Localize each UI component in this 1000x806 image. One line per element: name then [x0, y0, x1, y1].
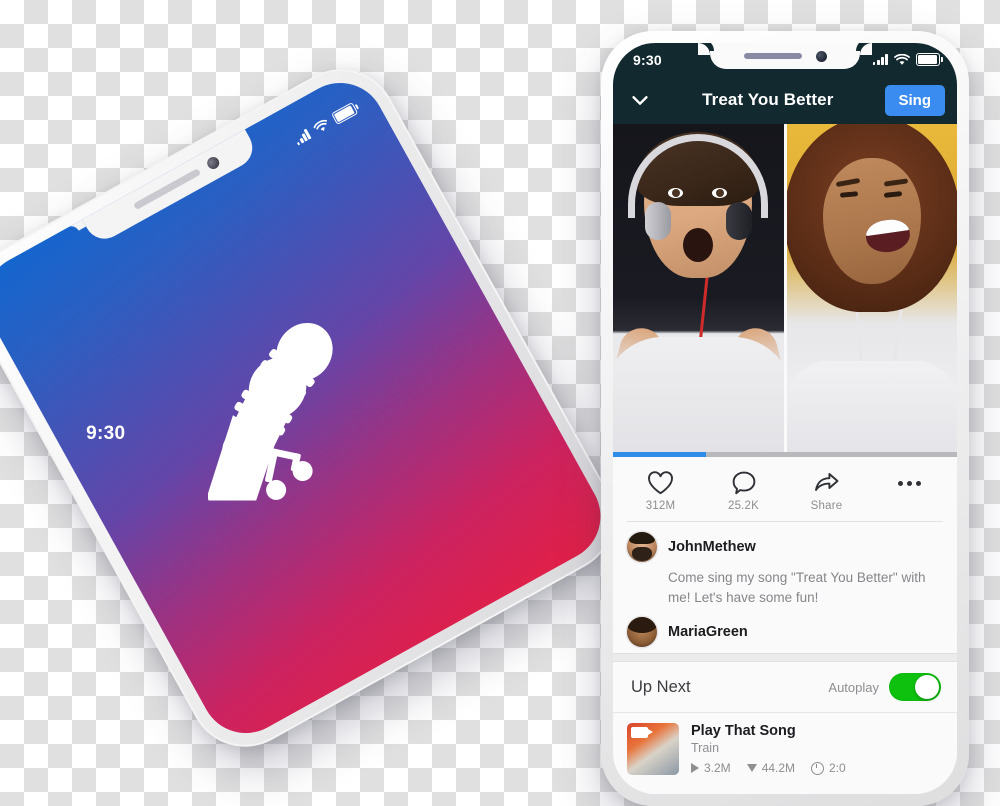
- download-icon: [746, 764, 757, 773]
- duration-value: 2:0: [829, 761, 846, 776]
- comment-username[interactable]: JohnMethew: [668, 539, 756, 555]
- play-icon: [691, 763, 699, 774]
- like-count: 312M: [645, 500, 676, 512]
- playback-progress-bar[interactable]: [613, 452, 957, 457]
- duration-stat: 2:0: [811, 761, 846, 775]
- front-camera-icon: [205, 154, 222, 172]
- list-item[interactable]: Play That Song Train 3.2M 44.2M 2:0: [613, 713, 957, 776]
- track-title: Play That Song: [691, 723, 796, 740]
- up-next-title: Up Next: [631, 677, 691, 696]
- headphone-cup-left: [645, 202, 671, 240]
- clock-icon: [811, 761, 825, 775]
- like-action[interactable]: 312M: [619, 470, 702, 512]
- toggle-knob: [915, 675, 939, 700]
- list-item[interactable]: MariaGreen: [627, 617, 943, 648]
- track-thumbnail: [627, 723, 679, 776]
- mouth: [683, 228, 714, 262]
- tilted-status-icons: [292, 102, 359, 146]
- tilted-phone-screen: 9:30: [0, 66, 617, 750]
- torso: [613, 337, 784, 457]
- signal-icon: [872, 54, 888, 65]
- autoplay-toggle[interactable]: [889, 673, 941, 702]
- play-count: 3.2M: [704, 761, 731, 776]
- download-count-stat: 44.2M: [746, 761, 796, 776]
- share-label: Share: [810, 500, 843, 512]
- status-time: 9:30: [633, 51, 662, 68]
- comment-icon: [732, 471, 755, 495]
- phone-notch: [698, 43, 872, 69]
- battery-icon: [331, 102, 359, 126]
- track-info: Play That Song Train 3.2M 44.2M 2:0: [691, 723, 943, 775]
- smule-splash-phone: 9:30: [0, 49, 635, 767]
- signal-icon: [293, 128, 312, 146]
- status-icons: [872, 53, 943, 66]
- share-icon: [815, 473, 839, 491]
- list-item[interactable]: JohnMethew: [627, 532, 943, 562]
- share-action[interactable]: Share: [785, 470, 868, 512]
- front-camera-icon: [815, 50, 827, 62]
- headphone-cup-right: [725, 202, 752, 240]
- video-left-performer[interactable]: [613, 124, 784, 457]
- tilted-status-time: 9:30: [86, 423, 126, 445]
- play-count-stat: 3.2M: [691, 761, 731, 775]
- avatar: [627, 532, 657, 562]
- wifi-icon: [313, 119, 327, 131]
- autoplay-label: Autoplay: [828, 679, 879, 695]
- autoplay-control[interactable]: Autoplay: [828, 673, 941, 702]
- page-title: Treat You Better: [702, 90, 834, 109]
- status-bar: 9:30: [613, 43, 957, 76]
- smule-app-phone: 9:30 Treat You Better Sing 312M 25.2K Sh…: [601, 31, 969, 806]
- wifi-icon: [894, 53, 910, 65]
- tilted-phone-notch: [81, 128, 260, 246]
- comment-count: 25.2K: [727, 500, 760, 512]
- more-action[interactable]: [868, 470, 951, 496]
- sing-button[interactable]: Sing: [884, 84, 945, 116]
- download-count: 44.2M: [761, 761, 796, 776]
- comment-username[interactable]: MariaGreen: [668, 624, 748, 640]
- duet-video-area[interactable]: [613, 124, 957, 457]
- comments-section: JohnMethew Come sing my song "Treat You …: [613, 522, 957, 648]
- comment-action[interactable]: 25.2K: [702, 470, 785, 512]
- section-separator: [613, 653, 957, 663]
- heart-icon: [648, 471, 673, 495]
- avatar: [627, 617, 657, 648]
- video-badge-icon: [631, 727, 653, 739]
- up-next-header: Up Next Autoplay: [613, 662, 957, 713]
- track-stats: 3.2M 44.2M 2:0: [691, 761, 943, 775]
- nav-bar: Treat You Better Sing: [613, 76, 957, 124]
- playback-progress-fill: [613, 452, 706, 457]
- comment-text: Come sing my song "Treat You Better" wit…: [668, 570, 926, 605]
- torso: [786, 361, 957, 457]
- video-right-performer[interactable]: [783, 124, 957, 457]
- phone-screen: 9:30 Treat You Better Sing 312M 25.2K Sh…: [613, 43, 957, 794]
- track-artist: Train: [691, 741, 720, 756]
- more-dots-icon: [898, 470, 921, 496]
- smule-dual-microphone-logo: [208, 322, 333, 501]
- chevron-down-icon[interactable]: [629, 89, 651, 111]
- earpiece-speaker: [743, 53, 802, 59]
- battery-icon: [916, 53, 943, 66]
- action-bar: 312M 25.2K Share: [613, 457, 957, 521]
